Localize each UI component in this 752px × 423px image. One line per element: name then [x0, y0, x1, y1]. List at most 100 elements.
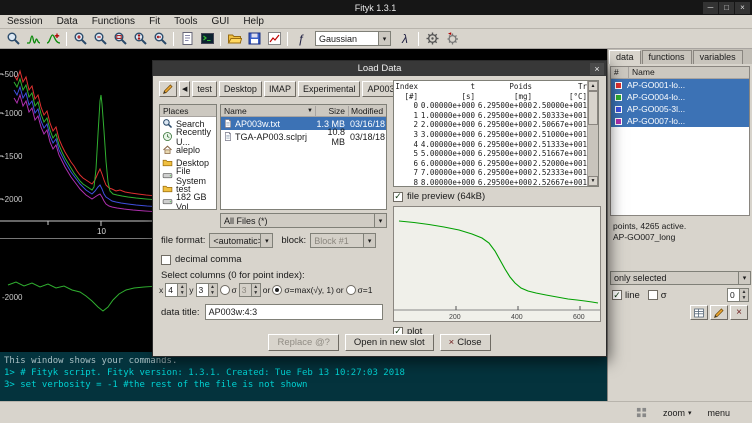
function-type-select[interactable]: Gaussian ▾ — [315, 31, 391, 46]
path-segment-test[interactable]: test — [192, 81, 217, 97]
sigma-column-stepper[interactable]: 3▲▼ — [239, 283, 261, 297]
zoom-in-button[interactable] — [70, 30, 90, 47]
dialog-titlebar[interactable]: Load Data × — [153, 61, 606, 76]
menu-item-functions[interactable]: Functions — [85, 16, 142, 27]
dataset-row[interactable]: AP-GO001-lo... — [611, 79, 749, 91]
stepper-arrows[interactable]: ▲▼ — [739, 289, 748, 301]
sigma-checkbox[interactable] — [648, 290, 658, 300]
tab-functions[interactable]: functions — [642, 50, 692, 64]
point-size-stepper[interactable]: 0 ▲▼ — [727, 288, 749, 302]
column-header-hash[interactable]: # — [611, 67, 629, 78]
stepper-arrows[interactable]: ▲▼ — [251, 284, 260, 296]
column-header-modified[interactable]: Modified — [348, 106, 384, 116]
path-segment-imap[interactable]: IMAP — [264, 81, 296, 97]
arrow-down-icon[interactable]: ▼ — [252, 290, 260, 296]
stepper-arrows[interactable]: ▲▼ — [177, 284, 186, 296]
statusbar-menu-button[interactable]: menu — [703, 407, 734, 419]
open-in-new-slot-button[interactable]: Open in new slot — [345, 334, 434, 351]
toolbar-separator — [220, 32, 221, 46]
file-list[interactable]: Name▼ Size Modified AP003w.txt 1.3 MB 03… — [220, 104, 387, 210]
tab-variables[interactable]: variables — [693, 50, 743, 64]
block-select[interactable]: Block #1 ▾ — [310, 233, 376, 248]
sigma-one-radio[interactable] — [346, 285, 356, 295]
preview-scrollbar[interactable]: ▲ ▼ — [587, 81, 598, 186]
session-script-button[interactable] — [177, 30, 197, 47]
file-format-select[interactable]: <automatic> ▾ — [209, 233, 273, 248]
export-plot-button[interactable] — [264, 30, 284, 47]
chevron-down-icon: ▾ — [378, 32, 390, 45]
replace-button[interactable]: Replace @? — [268, 334, 338, 351]
menu-item-fit[interactable]: Fit — [142, 16, 167, 27]
menu-item-help[interactable]: Help — [236, 16, 271, 27]
scroll-down-icon[interactable]: ▼ — [588, 176, 598, 186]
console-button[interactable] — [197, 30, 217, 47]
menu-item-gui[interactable]: GUI — [205, 16, 237, 27]
menu-item-tools[interactable]: Tools — [167, 16, 204, 27]
close-button[interactable]: × — [735, 2, 750, 14]
sigma-max-radio[interactable] — [272, 285, 282, 295]
stepper-arrows[interactable]: ▲▼ — [208, 284, 217, 296]
maximize-button[interactable]: □ — [719, 2, 734, 14]
dataset-row[interactable]: AP-GO007-lo... — [611, 115, 749, 127]
add-peak-mode-button[interactable] — [43, 30, 63, 47]
titlebar[interactable]: Fityk 1.3.1 ─ □ × — [0, 0, 752, 15]
run-fit-button[interactable] — [422, 30, 442, 47]
zoom-previous-button[interactable] — [150, 30, 170, 47]
preview-plot-canvas: 200 400 600 — [394, 207, 600, 321]
delete-data-button[interactable]: × — [730, 305, 748, 320]
zoom-dropdown[interactable]: zoom ▾ — [659, 407, 696, 419]
grid-toggle-button[interactable] — [632, 406, 651, 419]
scroll-up-icon[interactable]: ▲ — [588, 81, 598, 91]
preview-x-tick-label: 400 — [511, 314, 523, 321]
tab-data[interactable]: data — [609, 50, 641, 64]
zoom-out-button[interactable] — [90, 30, 110, 47]
path-segment-desktop[interactable]: Desktop — [219, 81, 262, 97]
load-data-button[interactable] — [224, 30, 244, 47]
path-scroll-left-button[interactable]: ◀ — [179, 81, 190, 97]
edit-data-button[interactable] — [710, 305, 728, 320]
sigma-column-radio[interactable] — [220, 285, 230, 295]
file-row[interactable]: TGA-AP003.sclprj 10.8 MB 03/18/18 — [221, 130, 386, 143]
place-item-recent[interactable]: Recently U... — [160, 130, 216, 143]
path-segment-experimental[interactable]: Experimental — [298, 81, 361, 97]
dialog-close-button[interactable]: × — [590, 63, 604, 75]
apply-to-select[interactable]: only selected ▾ — [610, 271, 751, 285]
dataset-row[interactable]: AP-GO004-lo... — [611, 91, 749, 103]
scrollbar-thumb[interactable] — [588, 91, 598, 125]
file-row[interactable]: AP003w.txt 1.3 MB 03/16/18 — [221, 117, 386, 130]
menu-item-data[interactable]: Data — [50, 16, 85, 27]
close-dialog-button[interactable]: ×Close — [440, 334, 491, 351]
decimal-comma-checkbox[interactable] — [161, 255, 171, 265]
line-checkbox[interactable]: ✓ — [612, 290, 622, 300]
command-console[interactable]: This window shows your commands. 1> # Fi… — [0, 352, 607, 401]
minimize-button[interactable]: ─ — [703, 2, 718, 14]
menu-item-session[interactable]: Session — [0, 16, 50, 27]
column-header-size[interactable]: Size — [315, 106, 348, 116]
auto-add-button[interactable]: λ — [395, 30, 415, 47]
y-column-stepper[interactable]: 3▲▼ — [196, 283, 218, 297]
file-filter-select[interactable]: All Files (*) ▾ — [220, 213, 387, 228]
zoom-all-button[interactable] — [110, 30, 130, 47]
zoom-vertical-button[interactable] — [130, 30, 150, 47]
dataset-list[interactable]: # Name AP-GO001-lo... AP-GO004-lo... AP-… — [610, 66, 750, 216]
arrow-down-icon[interactable]: ▼ — [209, 290, 217, 296]
save-session-button[interactable] — [244, 30, 264, 47]
place-item-volume[interactable]: 182 GB Vol... — [160, 195, 216, 208]
preview-table-panel[interactable]: IndextPoidsTr [#][s][mg][°C] 00.00000e+0… — [393, 80, 599, 187]
define-function-button[interactable]: ƒ — [291, 30, 311, 47]
arrow-down-icon[interactable]: ▼ — [740, 295, 748, 301]
show-table-button[interactable] — [690, 305, 708, 320]
file-preview-checkbox[interactable]: ✓ — [393, 192, 403, 202]
arrow-down-icon[interactable]: ▼ — [178, 290, 186, 296]
column-header-name[interactable]: Name▼ — [221, 106, 315, 116]
x-column-stepper[interactable]: 4▲▼ — [165, 283, 187, 297]
undo-fit-button[interactable] — [442, 30, 462, 47]
column-header-name[interactable]: Name — [629, 67, 749, 78]
type-filename-button[interactable] — [159, 81, 177, 97]
zoom-mode-button[interactable] — [3, 30, 23, 47]
range-mode-button[interactable] — [23, 30, 43, 47]
place-item-filesystem[interactable]: File System — [160, 169, 216, 182]
places-panel[interactable]: Places Search Recently U... aleplo Deskt… — [159, 104, 217, 210]
data-title-input[interactable]: AP003w:4:3 — [205, 304, 383, 320]
dataset-row[interactable]: AP-GO005-3l... — [611, 103, 749, 115]
